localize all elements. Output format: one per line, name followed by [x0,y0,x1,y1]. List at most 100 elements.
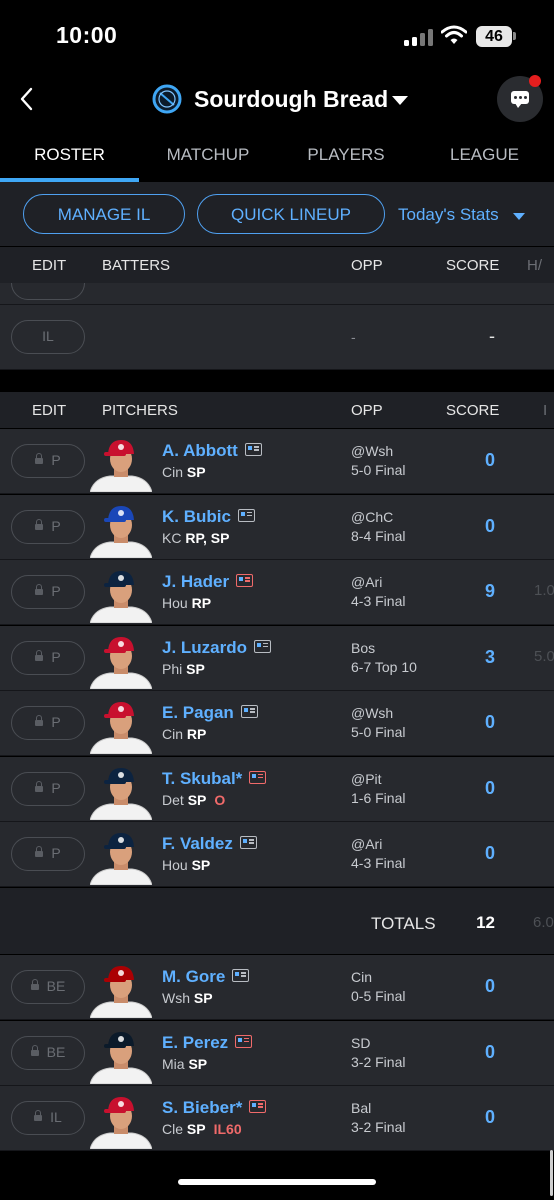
stats-filter-dropdown[interactable]: Today's Stats [398,205,499,225]
score-value[interactable]: 0 [440,843,495,864]
player-name-link[interactable]: J. Hader [162,572,254,592]
team-name[interactable]: Sourdough Bread [194,86,388,113]
player-name-link[interactable]: M. Gore [162,967,250,987]
score-value[interactable]: 3 [440,647,495,668]
slot-button[interactable]: P [11,706,85,740]
news-icon[interactable] [239,836,257,849]
slot-button[interactable]: P [11,509,85,544]
player-name-link[interactable]: J. Luzardo [162,638,272,658]
tab-league[interactable]: LEAGUE [415,145,554,165]
score-value[interactable]: 9 [440,581,495,602]
player-headshot[interactable] [90,1091,152,1149]
player-name-link[interactable]: E. Pagan [162,703,258,723]
player-name[interactable]: E. Perez [162,1033,228,1052]
score-value[interactable]: 0 [440,1042,495,1063]
score-value[interactable]: 0 [440,778,495,799]
tab-players[interactable]: PLAYERS [277,145,415,165]
slot-button[interactable]: P [11,771,85,806]
game-result[interactable]: 5-0 Final [351,724,405,740]
news-icon[interactable] [244,443,262,456]
player-name[interactable]: T. Skubal* [162,769,242,788]
player-headshot[interactable] [90,696,152,754]
game-result[interactable]: 5-0 Final [351,462,405,478]
player-headshot[interactable] [90,1026,152,1084]
col-extra[interactable]: H/ [527,257,542,274]
news-icon[interactable] [237,508,255,522]
table-row[interactable]: P J. Hader Hou RP @Ari 4-3 Final 9 1.0 [0,560,554,625]
table-row[interactable]: P J. Luzardo Phi SP Bos 6-7 Top 10 3 5.0 [0,625,554,691]
opponent: @Ari [351,574,383,590]
player-name[interactable]: S. Bieber* [162,1098,242,1117]
table-row[interactable]: IL S. Bieber* Cle SP IL60 Bal 3-2 Final 0 [0,1086,554,1151]
table-row[interactable]: P K. Bubic KC RP, SP @ChC 8-4 Final 0 [0,494,554,560]
news-icon[interactable] [249,770,267,784]
slot-button[interactable]: P [11,837,85,871]
game-result[interactable]: 4-3 Final [351,593,405,609]
score-value[interactable]: 0 [440,1107,495,1128]
player-headshot[interactable] [90,827,152,885]
player-headshot[interactable] [90,500,152,558]
player-headshot[interactable] [90,631,152,689]
table-row[interactable]: P T. Skubal* Det SP O @Pit 1-6 Final 0 [0,756,554,822]
player-name-link[interactable]: S. Bieber* [162,1098,267,1118]
player-name-link[interactable]: T. Skubal* [162,769,267,789]
game-result[interactable]: 1-6 Final [351,790,405,806]
player-name[interactable]: A. Abbott [162,441,238,460]
player-meta: Hou SP [162,857,210,873]
slot-button[interactable]: IL [11,320,85,354]
slot-button[interactable]: P [11,575,85,609]
player-name[interactable]: M. Gore [162,967,225,986]
news-icon[interactable] [249,1100,267,1113]
player-meta: Cin RP [162,726,206,742]
player-name[interactable]: J. Hader [162,572,229,591]
score-value[interactable]: 0 [440,516,495,537]
back-chevron-icon[interactable] [15,85,41,113]
game-result[interactable]: 4-3 Final [351,855,405,871]
player-headshot[interactable] [90,434,152,492]
slot-button[interactable]: P [11,640,85,675]
tab-roster[interactable]: ROSTER [0,145,139,165]
quick-lineup-button[interactable]: QUICK LINEUP [197,194,385,234]
game-result[interactable]: 8-4 Final [351,528,405,544]
table-row[interactable]: BE M. Gore Wsh SP Cin 0-5 Final 0 [0,955,554,1020]
player-headshot[interactable] [90,762,152,820]
table-row[interactable]: BE E. Perez Mia SP SD 3-2 Final 0 [0,1020,554,1086]
col-extra[interactable]: I [543,402,547,419]
table-row[interactable]: P F. Valdez Hou SP @Ari 4-3 Final 0 [0,822,554,887]
table-row[interactable]: P A. Abbott Cin SP @Wsh 5-0 Final 0 [0,429,554,494]
score-value[interactable]: 0 [440,976,495,997]
caret-down-icon[interactable] [392,96,408,105]
player-headshot[interactable] [90,960,152,1018]
col-score[interactable]: SCORE [446,257,499,274]
game-result[interactable]: 3-2 Final [351,1119,405,1135]
slot-button[interactable] [11,283,85,300]
caret-down-icon[interactable] [513,213,525,220]
score-value[interactable]: 0 [440,450,495,471]
news-icon[interactable] [254,639,272,653]
news-icon[interactable] [240,705,258,718]
table-row[interactable]: P E. Pagan Cin RP @Wsh 5-0 Final 0 [0,691,554,756]
manage-il-button[interactable]: MANAGE IL [23,194,185,234]
news-icon[interactable] [235,1034,253,1048]
slot-button[interactable]: BE [11,970,85,1004]
news-icon[interactable] [236,574,254,587]
player-name-link[interactable]: F. Valdez [162,834,257,854]
game-result[interactable]: 0-5 Final [351,988,405,1004]
slot-button[interactable]: IL [11,1101,85,1135]
player-name[interactable]: F. Valdez [162,834,233,853]
slot-button[interactable]: BE [11,1035,85,1070]
tab-matchup[interactable]: MATCHUP [139,145,277,165]
player-headshot[interactable] [90,565,152,623]
player-name-link[interactable]: K. Bubic [162,507,255,527]
slot-button[interactable]: P [11,444,85,478]
game-result[interactable]: 3-2 Final [351,1054,405,1070]
score-value[interactable]: 0 [440,712,495,733]
news-icon[interactable] [232,969,250,982]
col-score[interactable]: SCORE [446,402,499,419]
player-name-link[interactable]: A. Abbott [162,441,262,461]
player-name[interactable]: J. Luzardo [162,638,247,657]
player-name[interactable]: E. Pagan [162,703,234,722]
player-name[interactable]: K. Bubic [162,507,231,526]
game-result[interactable]: 6-7 Top 10 [351,659,417,675]
player-name-link[interactable]: E. Perez [162,1033,253,1053]
